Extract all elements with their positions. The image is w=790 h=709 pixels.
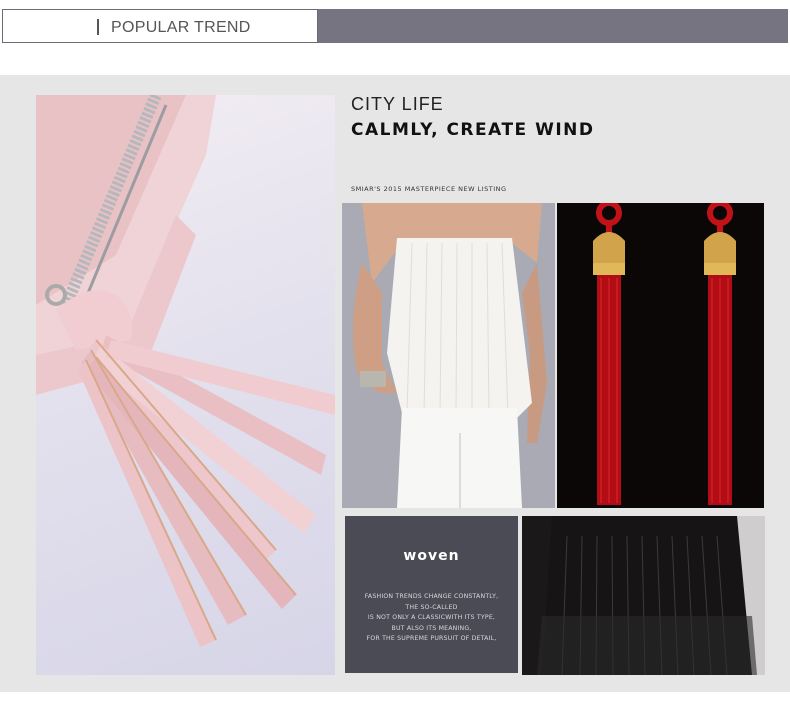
woven-info-box: woven FASHION TRENDS CHANGE CONSTANTLY, … bbox=[345, 516, 518, 673]
header-accent-bar bbox=[318, 9, 788, 43]
tassel-photo bbox=[36, 95, 335, 675]
earring-photo bbox=[557, 203, 764, 508]
woven-line: FASHION TRENDS CHANGE CONSTANTLY, bbox=[364, 593, 499, 600]
woven-title: woven bbox=[403, 548, 460, 564]
header-label-box: POPULAR TREND bbox=[2, 9, 318, 43]
header-separator bbox=[97, 19, 99, 35]
woven-description: FASHION TRENDS CHANGE CONSTANTLY, THE SO… bbox=[345, 592, 518, 645]
woven-line: FOR THE SUPREME PURSUIT OF DETAIL, bbox=[366, 635, 497, 642]
woven-line: IS NOT ONLY A CLASSICWITH ITS TYPE, bbox=[367, 614, 496, 621]
feature-note: SMIAR'S 2015 MASTERPIECE NEW LISTING bbox=[351, 185, 507, 193]
fringe-skirt-photo bbox=[522, 516, 765, 675]
woven-line: THE SO-CALLED bbox=[405, 603, 458, 611]
section-header: POPULAR TREND bbox=[2, 9, 788, 43]
feature-title: CITY LIFE bbox=[351, 94, 444, 114]
woven-line: BUT ALSO ITS MEANING, bbox=[391, 624, 472, 632]
fringe-top-photo bbox=[342, 203, 555, 508]
feature-subtitle: CALMLY, CREATE WIND bbox=[351, 120, 595, 140]
header-title: POPULAR TREND bbox=[111, 19, 251, 36]
